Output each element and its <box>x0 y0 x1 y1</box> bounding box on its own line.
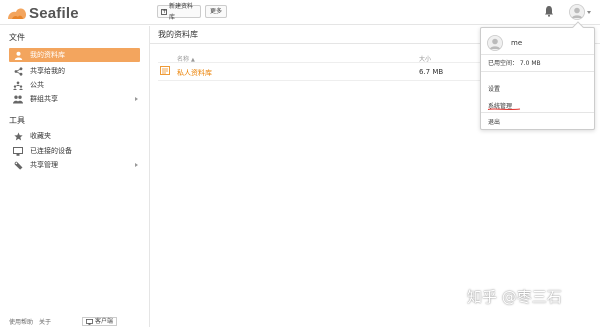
sidebar-item-label: 公共 <box>30 81 44 89</box>
avatar-person-icon <box>569 4 585 20</box>
about-link[interactable]: 关于 <box>39 317 51 326</box>
watermark: 知乎 @枣三石 <box>467 288 562 306</box>
sidebar-item-label: 群组共享 <box>30 95 58 103</box>
sidebar-item-share-management[interactable]: 共享管理 <box>9 158 140 172</box>
wrench-icon <box>13 160 23 170</box>
row-divider <box>158 80 480 81</box>
library-name-link[interactable]: 私人资料库 <box>177 68 212 78</box>
share-icon <box>13 66 23 76</box>
help-link[interactable]: 使用帮助 <box>9 317 33 326</box>
files-section-title: 文件 <box>9 33 25 42</box>
user-icon <box>13 50 23 60</box>
sidebar-item-label: 共享给我的 <box>30 67 65 75</box>
top-header: Seafile + 新建资料库 更多 <box>0 0 600 25</box>
logo-text: Seafile <box>29 4 79 22</box>
dropdown-divider <box>481 112 594 113</box>
plus-icon: + <box>161 7 168 15</box>
star-icon <box>13 131 23 141</box>
avatar-person-icon <box>487 35 503 51</box>
dropdown-divider <box>481 54 594 55</box>
sidebar-item-my-libraries[interactable]: 我的资料库 <box>9 48 140 62</box>
sidebar-item-favorites[interactable]: 收藏夹 <box>9 129 140 143</box>
settings-menu-item[interactable]: 设置 <box>488 84 500 93</box>
sidebar-item-group-share[interactable]: 群组共享 <box>9 92 140 106</box>
seafile-logo[interactable]: Seafile <box>7 4 79 22</box>
sidebar-footer: 使用帮助 关于 <box>9 317 51 326</box>
sidebar-item-public[interactable]: 公共 <box>9 78 140 92</box>
sidebar-item-label: 已连接的设备 <box>30 147 72 155</box>
new-library-label: 新建资料库 <box>169 2 194 21</box>
desktop-icon <box>86 318 93 325</box>
page-title: 我的资料库 <box>158 30 198 39</box>
more-button[interactable]: 更多 <box>205 5 227 18</box>
tools-section-title: 工具 <box>9 116 25 125</box>
sidebar: 文件 我的资料库 共享给我的 公共 群组共享 工具 收藏夹 已连接的设备 共享管… <box>0 26 150 327</box>
red-underline-annotation <box>487 108 521 110</box>
client-download-button[interactable]: 客户端 <box>82 317 118 326</box>
new-library-button[interactable]: + 新建资料库 <box>157 3 201 21</box>
client-label: 客户端 <box>95 318 114 325</box>
sidebar-item-label: 共享管理 <box>30 161 58 169</box>
sidebar-item-shared-with-me[interactable]: 共享给我的 <box>9 64 140 78</box>
user-avatar[interactable] <box>569 4 585 20</box>
dropdown-avatar <box>487 35 503 51</box>
dropdown-divider <box>481 71 594 72</box>
notification-bell-icon[interactable] <box>544 5 554 17</box>
logout-menu-item[interactable]: 退出 <box>488 117 500 126</box>
public-icon <box>13 80 23 90</box>
sidebar-item-label: 我的资料库 <box>30 51 65 59</box>
sidebar-item-label: 收藏夹 <box>30 132 51 140</box>
header-divider <box>158 62 480 63</box>
sidebar-item-linked-devices[interactable]: 已连接的设备 <box>9 144 140 158</box>
dropdown-username: me <box>511 39 523 47</box>
library-icon <box>160 66 170 75</box>
monitor-icon <box>13 146 23 156</box>
user-menu-caret-icon[interactable] <box>587 11 591 14</box>
seafile-logo-icon <box>8 8 27 19</box>
group-icon <box>13 94 23 104</box>
more-label: 更多 <box>209 8 222 15</box>
used-space-text: 已用空间： 7.0 MB <box>488 60 541 67</box>
user-dropdown-menu: me 已用空间： 7.0 MB 设置 系统管理 退出 <box>480 21 595 130</box>
expand-arrow-icon[interactable] <box>135 163 138 167</box>
expand-arrow-icon[interactable] <box>135 97 138 101</box>
library-size: 6.7 MB <box>419 68 444 76</box>
